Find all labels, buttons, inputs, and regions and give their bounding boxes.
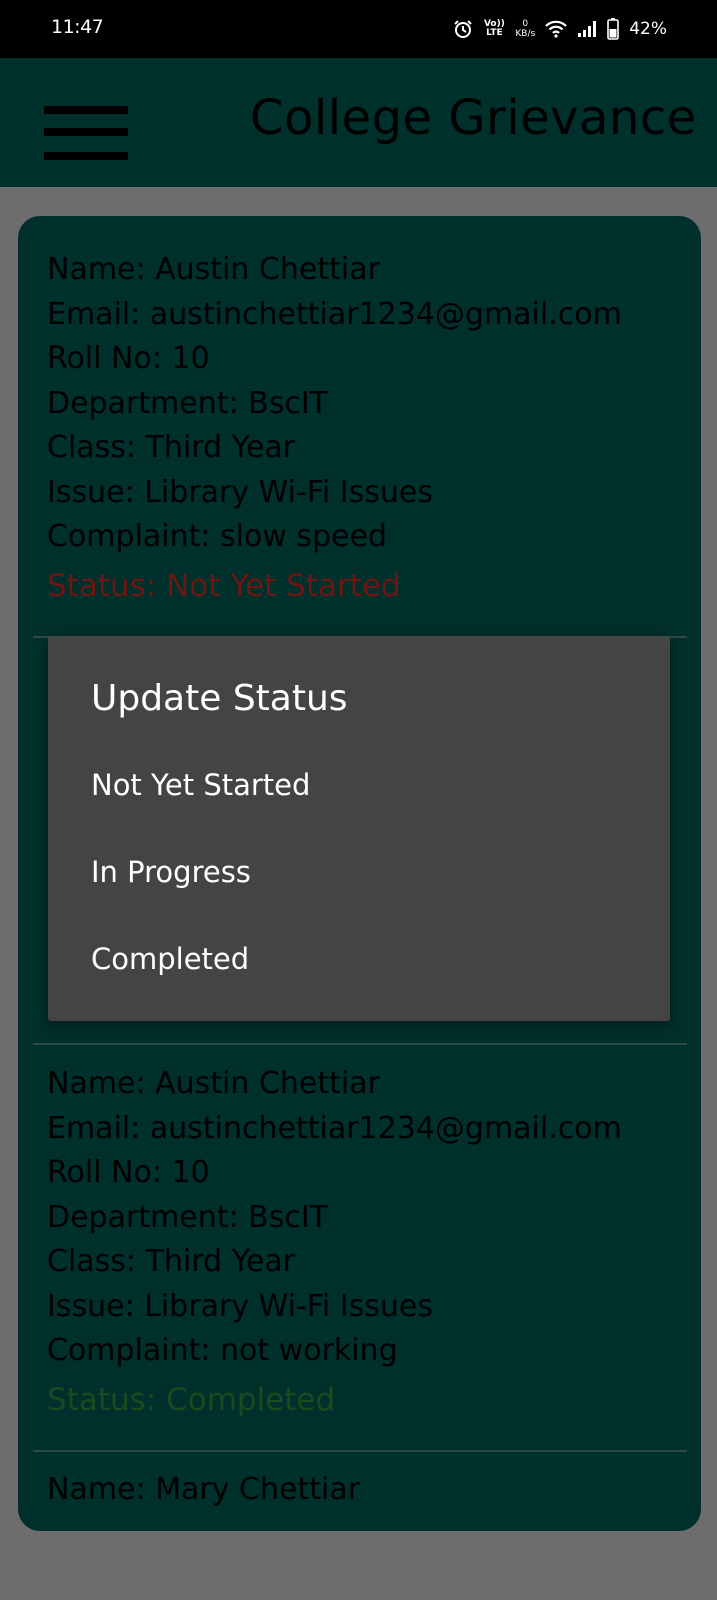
hamburger-menu-icon[interactable] [44, 106, 128, 164]
grievance-status[interactable]: Status: Not Yet Started [47, 564, 622, 609]
grievance-issue: Issue: Library Wi-Fi Issues [47, 474, 433, 510]
battery-percent: 42% [629, 19, 667, 39]
network-speed-value: 0 [522, 19, 529, 29]
volte-icon: Vo)) LTE [483, 19, 505, 38]
update-status-dialog: Update Status Not Yet Started In Progres… [48, 636, 670, 1021]
option-label: Completed [91, 942, 250, 976]
grievance-roll: Roll No: 10 [47, 341, 210, 376]
wifi-icon [545, 20, 567, 38]
option-label: In Progress [91, 855, 251, 889]
grievance-class: Class: Third Year [47, 430, 296, 465]
option-completed[interactable]: Completed [48, 920, 670, 1006]
status-bar: 11:47 Vo)) LTE 0 KB/s 42% [0, 0, 717, 58]
grievance-name: Name: Mary Chettiar [47, 1472, 361, 1507]
option-not-yet-started[interactable]: Not Yet Started [48, 746, 670, 832]
grievance-item[interactable]: Name: Austin Chettiar Email: austinchett… [47, 1062, 622, 1422]
app-title: College Grievance [250, 90, 697, 146]
option-in-progress[interactable]: In Progress [48, 833, 670, 919]
grievance-issue: Issue: Library Wi-Fi Issues [47, 1288, 433, 1324]
grievance-name: Name: Austin Chettiar [47, 252, 380, 287]
divider [33, 1043, 687, 1045]
network-speed-unit: KB/s [515, 29, 536, 39]
grievance-name: Name: Austin Chettiar [47, 1066, 380, 1101]
grievance-item[interactable]: Name: Mary Chettiar [47, 1468, 360, 1513]
grievance-email: Email: austinchettiar1234@gmail.com [47, 296, 622, 332]
status-time: 11:47 [51, 16, 104, 38]
alarm-icon [453, 19, 473, 39]
dialog-title: Update Status [91, 678, 348, 719]
divider [33, 1450, 687, 1452]
grievance-status[interactable]: Status: Completed [47, 1378, 622, 1423]
grievance-class: Class: Third Year [47, 1244, 296, 1279]
grievance-department: Department: BscIT [47, 1199, 329, 1235]
grievance-item[interactable]: Name: Austin Chettiar Email: austinchett… [47, 248, 622, 608]
signal-icon [577, 20, 597, 38]
battery-icon [607, 18, 620, 40]
grievance-complaint: Complaint: not working [47, 1333, 398, 1368]
grievance-complaint: Complaint: slow speed [47, 519, 388, 554]
status-icons: Vo)) LTE 0 KB/s 42% [453, 14, 667, 44]
grievance-department: Department: BscIT [47, 385, 329, 421]
network-speed: 0 KB/s [515, 19, 535, 39]
option-label: Not Yet Started [91, 768, 311, 802]
grievance-roll: Roll No: 10 [47, 1155, 210, 1190]
grievance-email: Email: austinchettiar1234@gmail.com [47, 1110, 622, 1146]
